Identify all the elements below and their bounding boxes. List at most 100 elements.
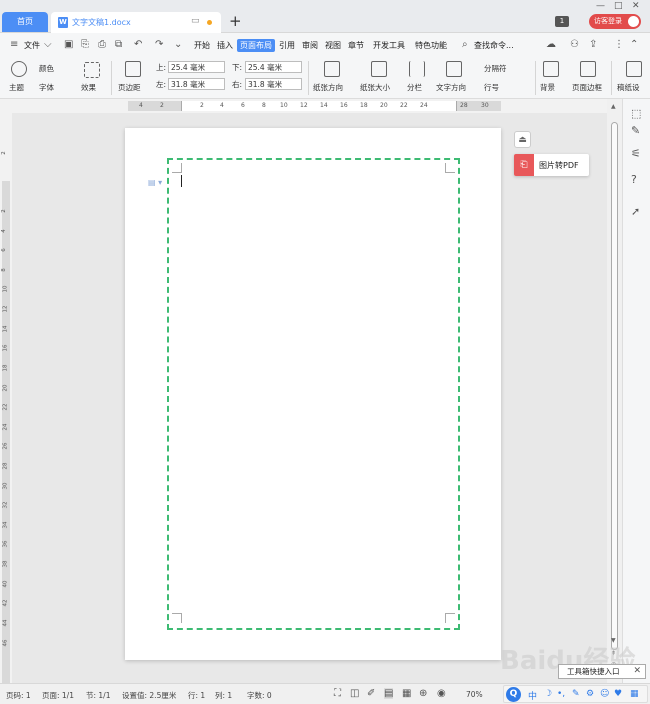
vertical-ruler[interactable]: 2 2 4 6 8 10 12 14 16 18 20 22 24 26 28 … bbox=[0, 113, 12, 704]
paragraph-handle-icon[interactable]: ▤ ▾ bbox=[148, 178, 162, 187]
vruler-tick: 46 bbox=[2, 639, 9, 647]
smile-icon[interactable]: ☺ bbox=[600, 689, 609, 699]
manuscript-button[interactable]: 稿纸设 bbox=[617, 82, 640, 93]
effect-button[interactable]: 效果 bbox=[81, 82, 96, 93]
scrollbar-thumb[interactable] bbox=[611, 122, 618, 650]
vruler-tick: 22 bbox=[2, 403, 9, 411]
ime-logo-icon[interactable]: Q bbox=[506, 687, 521, 702]
print-preview-icon[interactable]: ⧉ bbox=[115, 39, 122, 50]
menu-features[interactable]: 特色功能 bbox=[415, 40, 447, 51]
scroll-up-icon[interactable]: ▲ bbox=[611, 103, 616, 110]
collapse-icon[interactable]: ⌃ bbox=[630, 39, 638, 50]
chevron-down-icon[interactable]: ⌵ bbox=[44, 39, 52, 50]
eye-protect-icon[interactable]: ◉ bbox=[437, 688, 446, 699]
skin-icon[interactable]: ⚙ bbox=[586, 689, 594, 699]
sliders-icon[interactable]: ⚟ bbox=[631, 147, 641, 160]
orientation-button[interactable]: 纸张方向 bbox=[313, 82, 343, 93]
zoom-level[interactable]: 70% bbox=[466, 690, 483, 699]
vruler-tick: 2 bbox=[0, 151, 7, 155]
help-icon[interactable]: ? bbox=[631, 173, 637, 186]
reading-mode-icon[interactable]: ◫ bbox=[350, 688, 359, 699]
window-count-badge[interactable]: 1 bbox=[555, 16, 569, 27]
columns-button[interactable]: 分栏 bbox=[407, 82, 422, 93]
margins-button[interactable]: 页边距 bbox=[118, 82, 141, 93]
web-view-icon[interactable]: ⊕ bbox=[419, 688, 427, 699]
cloud-icon[interactable]: ☁ bbox=[546, 39, 556, 50]
tab-document[interactable]: W 文字文稿1.docx ▭ bbox=[51, 12, 221, 33]
page-border-button[interactable]: 页面边框 bbox=[572, 82, 602, 93]
paper-size-button[interactable]: 纸张大小 bbox=[360, 82, 390, 93]
close-button[interactable]: ✕ bbox=[632, 1, 640, 11]
eject-icon[interactable]: ⏏ bbox=[514, 131, 531, 148]
text-frame[interactable] bbox=[167, 158, 460, 630]
pointer-icon[interactable]: ➚ bbox=[631, 205, 640, 218]
ribbon-toolbar: 主题 颜色 字体 效果 页边距 上: 25.4 毫米 下: 25.4 毫米 左:… bbox=[0, 57, 650, 99]
left-margin-input[interactable]: 31.8 毫米 bbox=[168, 78, 225, 90]
select-icon[interactable]: ⬚ bbox=[631, 107, 641, 120]
menu-file[interactable]: 文件 bbox=[24, 40, 40, 51]
vertical-scrollbar[interactable]: ▲ ▼ ⇞ ◎ ⇟ bbox=[607, 99, 622, 683]
menu-view[interactable]: 视图 bbox=[325, 40, 341, 51]
image-to-pdf-button[interactable]: ⎗ 图片转PDF bbox=[514, 154, 589, 176]
punctuation-icon[interactable]: •, bbox=[557, 689, 565, 699]
outline-view-icon[interactable]: ▦ bbox=[402, 688, 411, 699]
top-margin-input[interactable]: 25.4 毫米 bbox=[168, 61, 225, 73]
horizontal-ruler[interactable]: 4 2 2 4 6 8 10 12 14 16 18 20 22 24 28 3… bbox=[0, 99, 607, 113]
menu-start[interactable]: 开始 bbox=[194, 40, 210, 51]
search-icon[interactable]: ⌕ bbox=[462, 39, 468, 50]
menu-review[interactable]: 审阅 bbox=[302, 40, 318, 51]
bottom-margin-input[interactable]: 25.4 毫米 bbox=[245, 61, 302, 73]
redo-icon[interactable]: ↷ bbox=[155, 39, 163, 50]
collaborate-icon[interactable]: ⚇ bbox=[570, 39, 579, 50]
vruler-tick: 28 bbox=[2, 462, 9, 470]
line-numbers-button[interactable]: 行号 bbox=[484, 82, 499, 93]
tool-icon[interactable]: ✎ bbox=[572, 689, 580, 699]
text-direction-button[interactable]: 文字方向 bbox=[436, 82, 466, 93]
write-mode-icon[interactable]: ✐ bbox=[367, 688, 375, 699]
ruler-tick: 8 bbox=[262, 102, 266, 109]
new-tab-button[interactable]: + bbox=[229, 12, 242, 30]
minimize-button[interactable]: — bbox=[596, 1, 605, 11]
moon-icon[interactable]: ☽ bbox=[544, 689, 552, 699]
right-margin-input[interactable]: 31.8 毫米 bbox=[245, 78, 302, 90]
search-command[interactable]: 查找命令... bbox=[474, 40, 514, 51]
page-view-icon[interactable]: ▤ bbox=[384, 688, 394, 699]
login-label: 访客登录 bbox=[594, 17, 622, 25]
menu-developer[interactable]: 开发工具 bbox=[373, 40, 405, 51]
status-page-number[interactable]: 页码: 1 bbox=[6, 690, 31, 701]
breaks-button[interactable]: 分隔符 bbox=[484, 63, 507, 74]
ruler-tick: 14 bbox=[320, 102, 328, 109]
vruler-tick: 40 bbox=[2, 580, 9, 588]
color-button[interactable]: 颜色 bbox=[39, 63, 54, 74]
pen-icon[interactable]: ✎ bbox=[631, 124, 640, 137]
menu-insert[interactable]: 插入 bbox=[217, 40, 233, 51]
shirt-icon[interactable]: ♥ bbox=[614, 689, 622, 699]
font-button[interactable]: 字体 bbox=[39, 82, 54, 93]
menu-references[interactable]: 引用 bbox=[279, 40, 295, 51]
close-icon[interactable]: ✕ bbox=[633, 665, 641, 678]
writer-doc-icon: W bbox=[58, 17, 68, 28]
background-button[interactable]: 背景 bbox=[540, 82, 555, 93]
more-icon[interactable]: ⌄ bbox=[174, 39, 182, 50]
save-icon[interactable]: ▣ bbox=[64, 39, 73, 50]
export-icon[interactable]: ⎘ bbox=[81, 39, 89, 50]
grid-icon[interactable]: ▦ bbox=[630, 689, 639, 699]
hamburger-icon[interactable]: ≡ bbox=[10, 39, 18, 50]
menu-chapter[interactable]: 章节 bbox=[348, 40, 364, 51]
bottom-margin-label: 下: bbox=[232, 63, 243, 72]
ime-mode[interactable]: 中 bbox=[528, 689, 537, 702]
share-icon[interactable]: ⇪ bbox=[589, 39, 597, 50]
menu-page-layout[interactable]: 页面布局 bbox=[237, 39, 275, 52]
theme-button[interactable]: 主题 bbox=[9, 82, 24, 93]
kebab-icon[interactable]: ⋮ bbox=[614, 39, 624, 50]
monitor-icon[interactable]: ▭ bbox=[191, 16, 200, 26]
restore-button[interactable]: □ bbox=[614, 1, 623, 11]
tab-home[interactable]: 首页 bbox=[2, 12, 48, 32]
undo-icon[interactable]: ↶ bbox=[134, 39, 142, 50]
print-icon[interactable]: ⎙ bbox=[98, 39, 106, 50]
top-margin-label: 上: bbox=[156, 63, 167, 72]
login-button[interactable]: 访客登录 bbox=[589, 14, 641, 29]
status-words[interactable]: 字数: 0 bbox=[247, 690, 272, 701]
fullscreen-icon[interactable]: ⛶ bbox=[334, 688, 341, 699]
status-setting: 设置值: 2.5厘米 bbox=[122, 691, 177, 700]
